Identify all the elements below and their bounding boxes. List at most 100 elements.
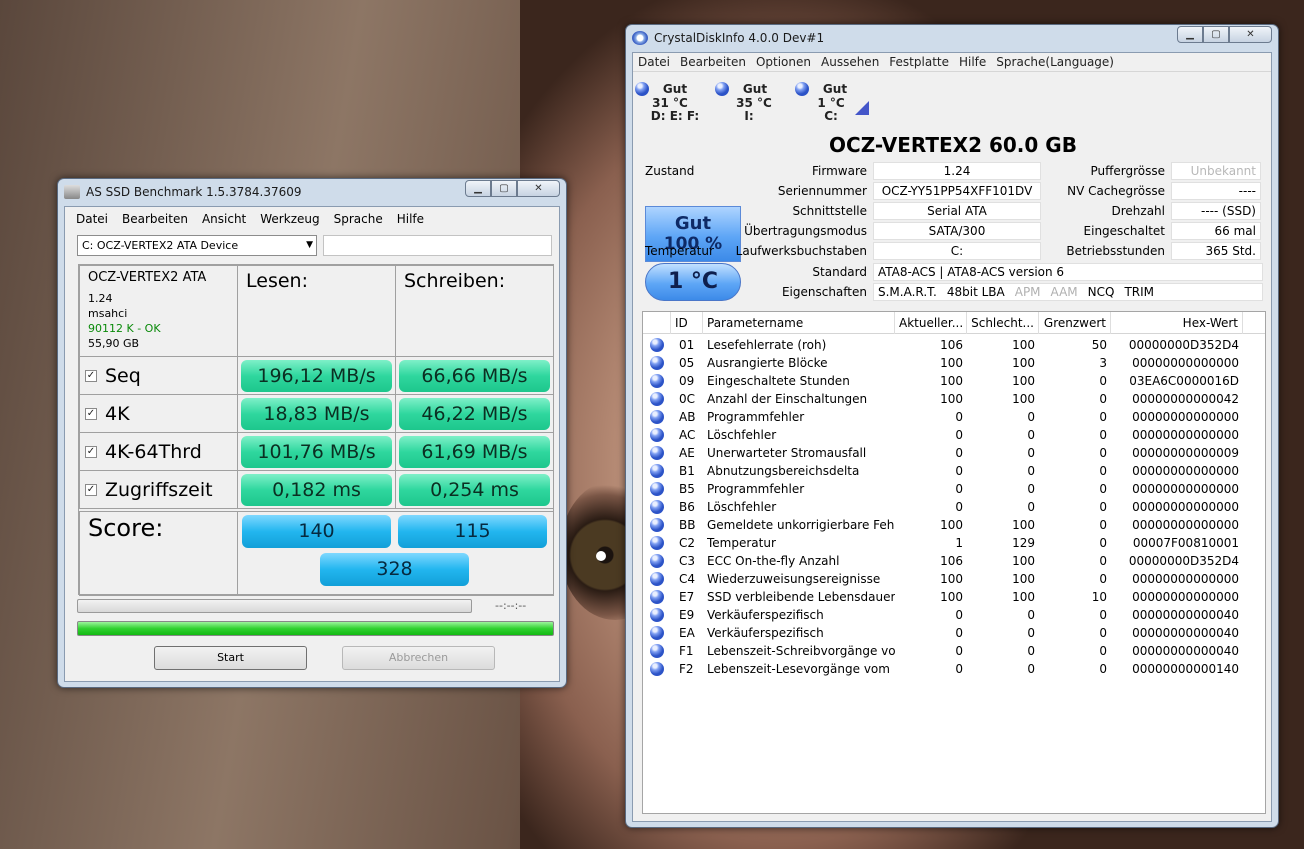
close-button[interactable]: ✕ <box>517 180 560 197</box>
menu-sprache[interactable]: Sprache(Language) <box>991 55 1119 69</box>
menu-ansicht[interactable]: Ansicht <box>195 212 253 226</box>
rpm-value: ---- (SSD) <box>1171 202 1261 220</box>
seq-write-value: 66,66 MB/s <box>399 360 550 392</box>
col-parametername[interactable]: Parametername <box>703 312 895 334</box>
table-row[interactable]: F1 Lebenszeit-Schreibvorgänge vo... 0 0 0 000… <box>643 642 1265 660</box>
buffer-label: Puffergrösse <box>1090 164 1165 178</box>
power-count-label: Eingeschaltet <box>1083 224 1165 238</box>
4k-64thrd-write-value: 61,69 MB/s <box>399 436 550 468</box>
row-parameter: Abnutzungsbereichsdelta <box>707 464 860 478</box>
col-status[interactable] <box>643 312 671 334</box>
temperature-value: 1 °C <box>645 263 741 301</box>
device-select-value: C: OCZ-VERTEX2 ATA Device <box>82 239 239 252</box>
status-ball-icon <box>650 608 664 622</box>
progress-bar-top <box>77 599 472 613</box>
col-worst[interactable]: Schlecht... <box>967 312 1039 334</box>
row-worst: 100 <box>1012 338 1035 352</box>
close-button[interactable]: ✕ <box>1229 26 1272 43</box>
maximize-button[interactable]: ▢ <box>491 180 517 197</box>
row-4k: ✓ 4K <box>79 394 238 433</box>
menu-werkzeug[interactable]: Werkzeug <box>253 212 326 226</box>
row-current: 0 <box>955 428 963 442</box>
minimize-button[interactable]: ▁ <box>465 180 491 197</box>
col-id[interactable]: ID <box>671 312 703 334</box>
4k-64thrd-checkbox[interactable]: ✓ <box>85 445 97 458</box>
table-row[interactable]: AB Programmfehler 0 0 0 00000000000000 <box>643 408 1265 426</box>
status-ball-icon <box>650 446 664 460</box>
row-current: 0 <box>955 482 963 496</box>
table-row[interactable]: 05 Ausrangierte Blöcke 100 100 3 000000000000… <box>643 354 1265 372</box>
row-threshold: 0 <box>1099 392 1107 406</box>
drive-status: Gut <box>822 82 848 96</box>
row-worst: 100 <box>1012 356 1035 370</box>
menu-hilfe[interactable]: Hilfe <box>390 212 431 226</box>
standard-label: Standard <box>812 265 867 279</box>
row-worst: 0 <box>1027 482 1035 496</box>
table-row[interactable]: B5 Programmfehler 0 0 0 00000000000000 <box>643 480 1265 498</box>
status-ball-icon <box>650 518 664 532</box>
4k-64thrd-read-cell: 101,76 MB/s <box>237 432 396 471</box>
row-hex: 00000000000000 <box>1132 482 1239 496</box>
table-row[interactable]: C2 Temperatur 1 129 0 00007F00810001 <box>643 534 1265 552</box>
col-threshold[interactable]: Grenzwert <box>1039 312 1111 334</box>
drive-letters: C: <box>824 109 838 123</box>
as-ssd-titlebar[interactable]: AS SSD Benchmark 1.5.3784.37609 ▁ ▢ ✕ <box>58 179 566 205</box>
nvcache-value: ---- <box>1171 182 1261 200</box>
menu-sprache[interactable]: Sprache <box>327 212 390 226</box>
status-ball-icon <box>715 82 729 96</box>
cdi-titlebar[interactable]: CrystalDiskInfo 4.0.0 Dev#1 ▁ ▢ ✕ <box>626 25 1278 51</box>
menu-datei[interactable]: Datei <box>633 55 675 69</box>
zugriffszeit-checkbox[interactable]: ✓ <box>85 483 97 496</box>
status-ball-icon <box>635 82 649 96</box>
maximize-button[interactable]: ▢ <box>1203 26 1229 43</box>
menu-festplatte[interactable]: Festplatte <box>884 55 954 69</box>
table-row[interactable]: C3 ECC On-the-fly Anzahl 106 100 0 00000000D3… <box>643 552 1265 570</box>
drive-alignment: 90112 K - OK <box>88 322 161 335</box>
row-current: 0 <box>955 410 963 424</box>
cdi-title: CrystalDiskInfo 4.0.0 Dev#1 <box>654 31 825 45</box>
col-hex[interactable]: Hex-Wert <box>1111 312 1243 334</box>
table-row[interactable]: C4 Wiederzuweisungsereignisse 100 100 0 00000… <box>643 570 1265 588</box>
row-hex: 00007F00810001 <box>1132 536 1239 550</box>
table-row[interactable]: EA Verkäuferspezifisch 0 0 0 00000000000040 <box>643 624 1265 642</box>
row-worst: 0 <box>1027 662 1035 676</box>
4k-checkbox[interactable]: ✓ <box>85 407 97 420</box>
table-row[interactable]: 09 Eingeschaltete Stunden 100 100 0 03EA6C000… <box>643 372 1265 390</box>
menu-datei[interactable]: Datei <box>69 212 115 226</box>
cancel-button[interactable]: Abbrechen <box>342 646 495 670</box>
power-hours-value: 365 Std. <box>1171 242 1261 260</box>
seq-checkbox[interactable]: ✓ <box>85 369 97 382</box>
row-worst: 0 <box>1027 608 1035 622</box>
minimize-button[interactable]: ▁ <box>1177 26 1203 43</box>
drive-firmware: 1.24 <box>88 292 113 305</box>
row-threshold: 0 <box>1099 626 1107 640</box>
table-row[interactable]: AE Unerwarteter Stromausfall 0 0 0 0000000000… <box>643 444 1265 462</box>
menu-bearbeiten[interactable]: Bearbeiten <box>115 212 195 226</box>
start-button[interactable]: Start <box>154 646 307 670</box>
benchmark-grid: OCZ-VERTEX2 ATA 1.24 msahci 90112 K - OK… <box>78 264 554 596</box>
row-parameter: Verkäuferspezifisch <box>707 608 824 622</box>
menu-bearbeiten[interactable]: Bearbeiten <box>675 55 751 69</box>
menu-hilfe[interactable]: Hilfe <box>954 55 991 69</box>
device-select[interactable]: C: OCZ-VERTEX2 ATA Device ▼ <box>77 235 317 256</box>
smart-table[interactable]: ID Parametername Aktueller... Schlecht..… <box>642 311 1266 814</box>
menu-aussehen[interactable]: Aussehen <box>816 55 884 69</box>
table-row[interactable]: E9 Verkäuferspezifisch 0 0 0 00000000000040 <box>643 606 1265 624</box>
table-row[interactable]: F2 Lebenszeit-Lesevorgänge vom ... 0 0 0 0000… <box>643 660 1265 678</box>
table-row[interactable]: 01 Lesefehlerrate (roh) 106 100 50 00000000D3… <box>643 336 1265 354</box>
table-row[interactable]: AC Löschfehler 0 0 0 00000000000000 <box>643 426 1265 444</box>
feature-ncq: NCQ <box>1087 285 1115 299</box>
table-row[interactable]: B1 Abnutzungsbereichsdelta 0 0 0 000000000000… <box>643 462 1265 480</box>
menu-optionen[interactable]: Optionen <box>751 55 816 69</box>
row-hex: 00000000000000 <box>1132 428 1239 442</box>
table-row[interactable]: BB Gemeldete unkorrigierbare Fehler 100 100… <box>643 516 1265 534</box>
col-current[interactable]: Aktueller... <box>895 312 967 334</box>
row-threshold: 50 <box>1091 338 1107 352</box>
row-current: 106 <box>940 338 963 352</box>
table-row[interactable]: E7 SSD verbleibende Lebensdauer 100 100 10 00… <box>643 588 1265 606</box>
table-row[interactable]: 0C Anzahl der Einschaltungen 100 100 0 000000… <box>643 390 1265 408</box>
row-threshold: 0 <box>1099 500 1107 514</box>
table-row[interactable]: B6 Löschfehler 0 0 0 00000000000000 <box>643 498 1265 516</box>
row-hex: 00000000000040 <box>1132 608 1239 622</box>
drive-name: OCZ-VERTEX2 ATA <box>88 270 207 285</box>
